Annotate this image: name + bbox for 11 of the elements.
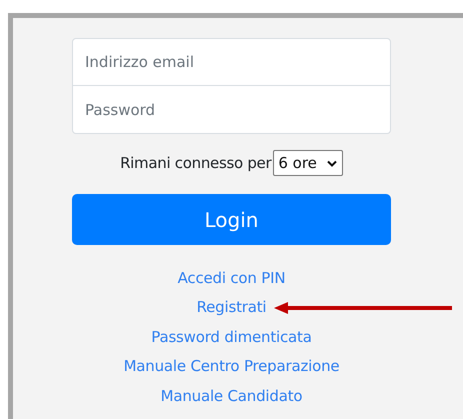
link[interactable]: Manuale Centro Preparazione (124, 355, 340, 378)
link[interactable]: Registrati (196, 296, 266, 319)
duration-select[interactable]: 6 ore (273, 150, 343, 176)
login-button[interactable]: Login (72, 194, 391, 245)
link[interactable]: Password dimenticata (151, 326, 312, 348)
link[interactable]: Accedi con PIN (178, 266, 286, 290)
chevron-down-icon (326, 160, 337, 166)
input-field[interactable]: Password (72, 86, 391, 134)
stay-connected-label: Rimani connesso per (120, 152, 272, 174)
link[interactable]: Manuale Candidato (160, 384, 302, 408)
input-field[interactable]: Indirizzo email (72, 38, 391, 86)
